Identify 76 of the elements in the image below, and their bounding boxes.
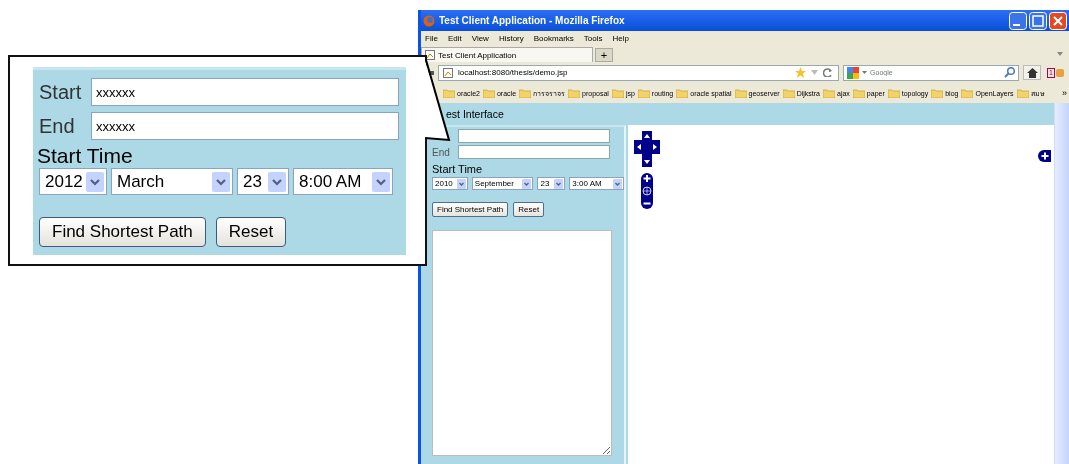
folder-icon	[568, 88, 581, 98]
pan-control-icon	[634, 131, 660, 167]
folder-icon	[852, 88, 865, 98]
dropdown[interactable]: 2012	[39, 168, 107, 195]
form-button[interactable]: Reset	[513, 202, 545, 217]
text-area[interactable]	[432, 230, 612, 456]
menu-item[interactable]: Edit	[447, 33, 462, 43]
section-label: Start Time	[37, 144, 134, 168]
search-icon	[1004, 67, 1016, 78]
caret-icon	[268, 171, 286, 192]
field-label: End	[39, 114, 76, 138]
globe-icon	[423, 14, 435, 27]
field-label: End	[432, 146, 451, 158]
folder-icon	[823, 88, 835, 98]
close-icon	[1049, 11, 1067, 30]
caret-icon	[554, 178, 564, 189]
folder-icon	[637, 88, 650, 98]
field-label: Start	[39, 80, 83, 104]
dropdown[interactable]: 23	[237, 168, 289, 195]
folder-icon	[782, 88, 795, 98]
caret-icon	[811, 70, 819, 75]
folder-icon	[482, 88, 495, 98]
folder-icon	[676, 88, 689, 98]
caret-icon	[613, 178, 622, 189]
caret-icon	[372, 171, 390, 192]
maximize-icon	[1029, 11, 1047, 30]
puzzle-icon	[1056, 68, 1064, 77]
page-icon	[443, 67, 453, 78]
dropdown[interactable]: 3:00 AM	[569, 177, 624, 190]
scrollbar[interactable]	[1054, 103, 1069, 464]
minimize-icon	[1009, 11, 1027, 30]
new-tab-button[interactable]: +	[595, 48, 613, 62]
text-field[interactable]: xxxxxx	[91, 112, 399, 140]
caret-icon	[862, 71, 868, 74]
dropdown[interactable]: March	[111, 168, 233, 195]
folder-icon	[443, 88, 455, 98]
dropdown[interactable]: 2010	[432, 177, 468, 190]
caret-icon	[86, 171, 104, 192]
caret-icon	[1057, 52, 1063, 56]
folder-icon	[519, 88, 532, 98]
caret-icon	[212, 171, 230, 192]
folder-icon	[961, 88, 974, 98]
home-icon	[1026, 67, 1038, 78]
folder-icon	[887, 88, 900, 98]
form-button[interactable]: Find Shortest Path	[432, 202, 509, 217]
folder-icon	[931, 88, 944, 98]
browser-tab[interactable]: Test Client Application	[421, 47, 593, 62]
caret-icon	[456, 178, 466, 189]
section-label: Start Time	[432, 163, 484, 175]
window-title: Test Client Application - Mozilla Firefox	[439, 15, 625, 26]
menu-item[interactable]: Tools	[583, 33, 603, 43]
form-button[interactable]: Find Shortest Path	[39, 217, 206, 247]
search-engine-icon	[847, 66, 860, 79]
page-heading: est Interface	[445, 107, 505, 122]
reload-icon	[823, 68, 833, 77]
more-bookmarks-button[interactable]: »	[1062, 88, 1069, 98]
dropdown[interactable]: 23	[537, 177, 566, 190]
layer-switcher-icon	[1038, 150, 1051, 162]
star-icon	[795, 67, 807, 78]
menu-item[interactable]: Bookmarks	[533, 33, 574, 43]
home-button[interactable]	[1023, 65, 1042, 80]
caret-icon	[522, 178, 532, 189]
menu-item[interactable]: View	[471, 33, 489, 43]
dropdown[interactable]: September	[471, 177, 534, 190]
menu-item[interactable]: Help	[612, 33, 629, 43]
form-button[interactable]: Reset	[215, 217, 287, 247]
dropdown[interactable]: 8:00 AM	[293, 168, 393, 195]
menu-item[interactable]: File	[425, 33, 438, 43]
menu-item[interactable]: History	[498, 33, 524, 43]
folder-icon	[611, 88, 624, 98]
text-field[interactable]	[458, 145, 610, 159]
folder-icon	[1016, 88, 1029, 98]
text-field[interactable]	[458, 129, 610, 143]
folder-icon	[734, 88, 747, 98]
zoom-control-icon	[641, 173, 653, 209]
text-field[interactable]: xxxxxx	[91, 78, 399, 106]
